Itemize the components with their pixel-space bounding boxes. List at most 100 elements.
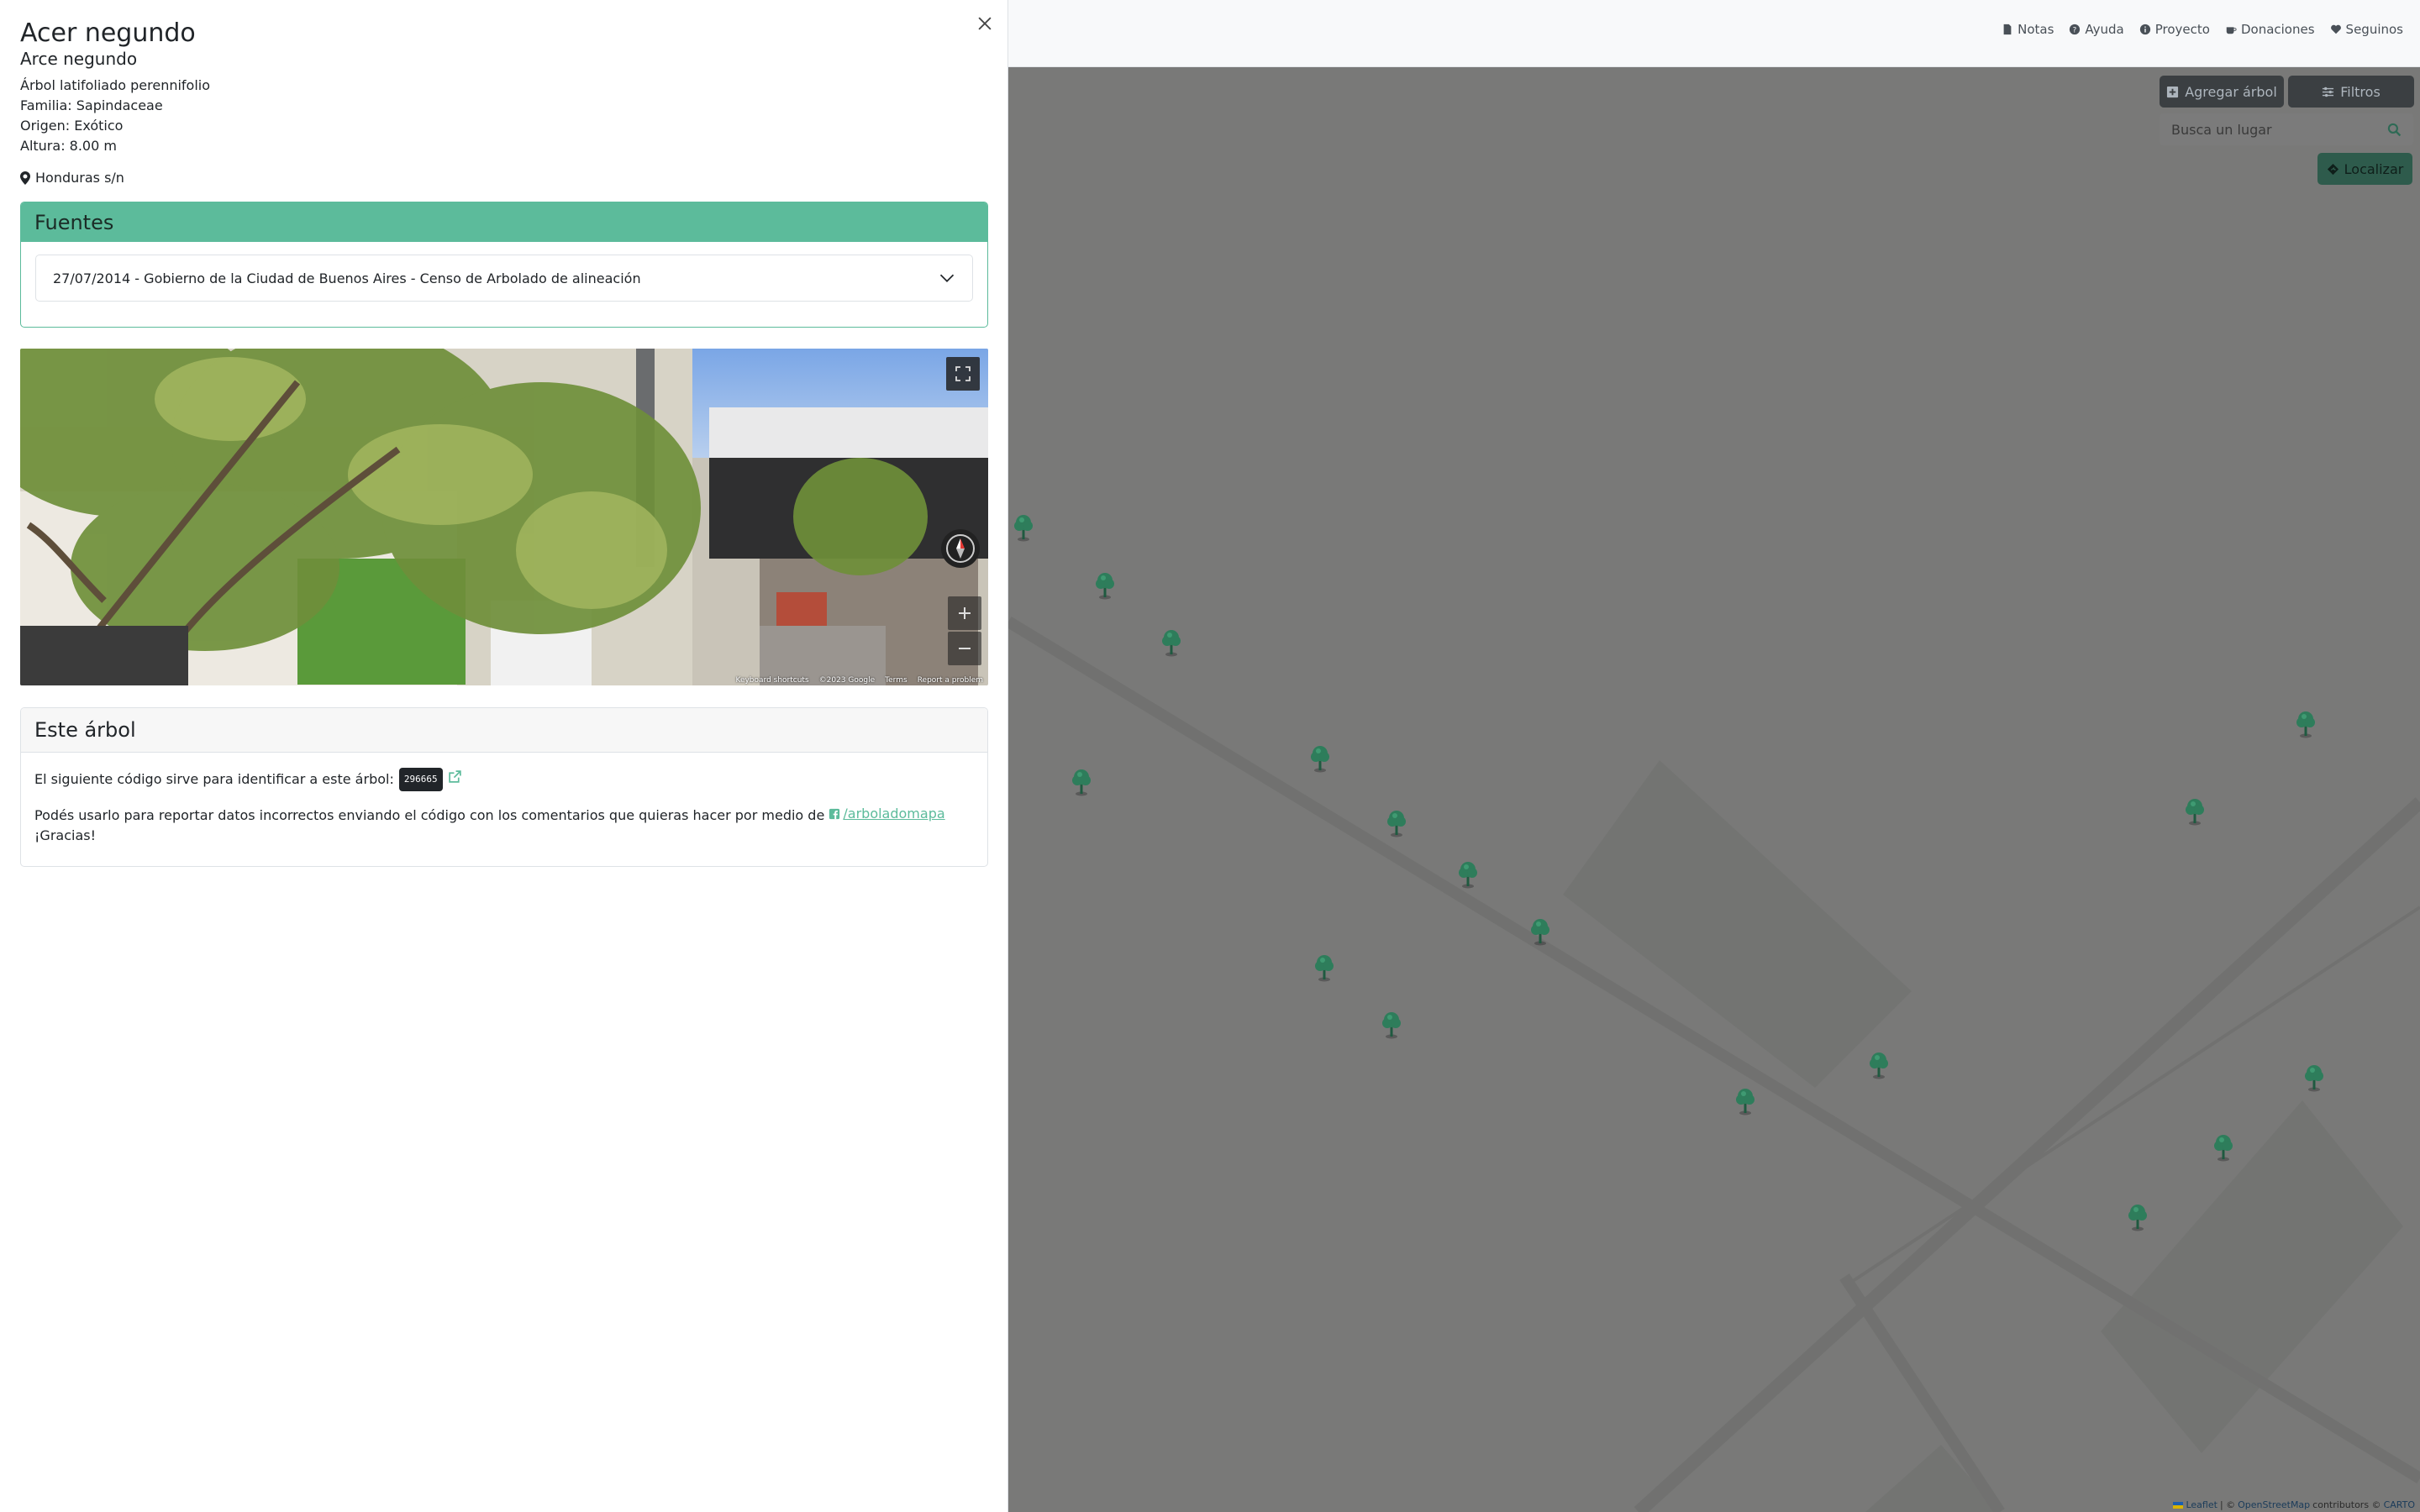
nav-link-ayuda[interactable]: ? Ayuda	[2069, 22, 2124, 37]
info-circle-icon	[2139, 24, 2150, 35]
leaflet-link[interactable]: Leaflet	[2186, 1499, 2217, 1510]
tree-marker-icon[interactable]	[1012, 512, 1035, 543]
compass-icon	[946, 534, 975, 563]
tree-info: Árbol latifoliado perennifolio Familia: …	[20, 76, 210, 156]
tree-marker-icon[interactable]	[1070, 767, 1093, 797]
navbar: Notas ? Ayuda Proyecto Donaciones Seguin…	[1008, 0, 2420, 67]
sv-terms-link[interactable]: Terms	[885, 676, 908, 685]
sources-header: Fuentes	[21, 202, 987, 242]
nav-link-seguinos[interactable]: Seguinos	[2330, 22, 2403, 37]
tree-marker-icon[interactable]	[2302, 1063, 2326, 1093]
filters-button[interactable]: Filtros	[2288, 76, 2414, 108]
tree-marker-icon[interactable]	[1093, 570, 1117, 601]
close-icon	[978, 17, 992, 30]
nav-link-label: Seguinos	[2345, 22, 2403, 37]
attribution-contributors: contributors ©	[2312, 1499, 2381, 1510]
tree-type: Árbol latifoliado perennifolio	[20, 77, 211, 93]
external-link-icon	[448, 770, 461, 783]
tree-marker-icon[interactable]	[2126, 1202, 2149, 1232]
tree-marker-icon[interactable]	[1380, 1010, 1403, 1040]
tree-family: Familia: Sapindaceae	[20, 97, 163, 113]
report-text-body: Podés usarlo para reportar datos incorre…	[34, 807, 825, 823]
locate-label: Localizar	[2344, 160, 2404, 177]
tree-marker-icon[interactable]	[2294, 709, 2317, 739]
location-diamond-icon	[2327, 163, 2338, 175]
nav-link-proyecto[interactable]: Proyecto	[2139, 22, 2210, 37]
place-search	[2160, 113, 2413, 145]
tree-marker-icon[interactable]	[1160, 627, 1183, 658]
tree-code-line: El siguiente código sirve para identific…	[34, 768, 974, 791]
tree-marker-icon[interactable]	[1528, 916, 1552, 947]
tree-marker-icon[interactable]	[1867, 1050, 1891, 1080]
street-view-footer: Keyboard shortcuts ©2023 Google Terms Re…	[735, 676, 983, 685]
heart-icon	[2330, 24, 2341, 34]
notes-icon	[2003, 24, 2012, 35]
place-search-input[interactable]	[2160, 113, 2378, 145]
nav-link-label: Proyecto	[2154, 22, 2210, 37]
thanks-text: ¡Gracias!	[34, 827, 96, 843]
tree-detail-panel: Acer negundo Arce negundo Árbol latifoli…	[0, 0, 1008, 1512]
this-tree-body: El siguiente código sirve para identific…	[21, 753, 987, 861]
locate-button[interactable]: Localizar	[2317, 153, 2412, 185]
map-marker-icon	[20, 171, 30, 185]
nav-link-label: Notas	[2018, 22, 2054, 37]
tree-marker-icon[interactable]	[1308, 743, 1332, 774]
fullscreen-button[interactable]	[946, 357, 980, 391]
ukraine-flag-icon	[2173, 1501, 2184, 1509]
attribution-separator: | ©	[2219, 1499, 2236, 1510]
tree-origin: Origen: Exótico	[20, 118, 124, 134]
source-label: 27/07/2014 - Gobierno de la Ciudad de Bu…	[53, 270, 641, 286]
minus-icon	[959, 648, 971, 649]
tree-marker-icon[interactable]	[1733, 1086, 1757, 1116]
external-link-button[interactable]	[448, 769, 462, 790]
facebook-link[interactable]: /arboladomapa	[829, 804, 945, 824]
plus-icon	[959, 607, 971, 619]
tree-address-text: Honduras s/n	[35, 170, 124, 186]
sources-card: Fuentes 27/07/2014 - Gobierno de la Ciud…	[20, 202, 988, 328]
carto-link[interactable]: CARTO	[2384, 1499, 2415, 1510]
add-tree-label: Agregar árbol	[2185, 83, 2277, 100]
this-tree-header: Este árbol	[21, 708, 987, 753]
zoom-out-button[interactable]	[948, 632, 981, 665]
report-text: Podés usarlo para reportar datos incorre…	[34, 804, 974, 846]
tree-code-badge: 296665	[398, 768, 443, 791]
tree-marker-icon[interactable]	[1313, 953, 1336, 983]
tree-marker-icon[interactable]	[1456, 859, 1480, 890]
tree-marker-icon[interactable]	[2212, 1132, 2235, 1163]
facebook-link-label: /arboladomapa	[843, 806, 945, 822]
coffee-icon	[2226, 27, 2237, 34]
tree-address: Honduras s/n	[20, 170, 124, 186]
nav-link-label: Ayuda	[2085, 22, 2124, 37]
search-icon[interactable]	[2387, 123, 2402, 137]
nav-link-label: Donaciones	[2240, 22, 2315, 37]
add-tree-button[interactable]: Agregar árbol	[2160, 76, 2284, 108]
nav-link-donaciones[interactable]: Donaciones	[2225, 22, 2315, 37]
this-tree-card: Este árbol El siguiente código sirve par…	[20, 707, 988, 867]
nav-links: Notas ? Ayuda Proyecto Donaciones Seguin…	[2002, 22, 2403, 37]
sv-shortcuts-link[interactable]: Keyboard shortcuts	[735, 676, 808, 685]
question-circle-icon: ?	[2070, 24, 2081, 35]
nav-link-notas[interactable]: Notas	[2002, 22, 2054, 37]
facebook-icon	[829, 808, 840, 820]
osm-link[interactable]: OpenStreetMap	[2238, 1499, 2310, 1510]
compass-control[interactable]	[941, 529, 980, 568]
chevron-down-icon	[939, 274, 955, 282]
fullscreen-icon	[955, 366, 971, 381]
street-view[interactable]: Keyboard shortcuts ©2023 Google Terms Re…	[20, 349, 988, 685]
tree-marker-icon[interactable]	[1385, 808, 1408, 838]
tree-height: Altura: 8.00 m	[20, 138, 117, 154]
sv-report-link[interactable]: Report a problem	[918, 676, 983, 685]
filters-label: Filtros	[2340, 83, 2381, 100]
svg-text:?: ?	[2073, 27, 2077, 35]
close-panel-button[interactable]	[973, 12, 997, 35]
sv-copyright: ©2023 Google	[818, 676, 876, 685]
tree-scientific-name: Arce negundo	[20, 49, 138, 69]
map-attribution: Leaflet | © OpenStreetMap contributors ©…	[2173, 1499, 2415, 1510]
tree-common-name: Acer negundo	[20, 18, 196, 48]
plus-square-icon	[2167, 86, 2179, 97]
zoom-in-button[interactable]	[948, 596, 981, 630]
source-accordion-item[interactable]: 27/07/2014 - Gobierno de la Ciudad de Bu…	[35, 255, 973, 302]
tree-marker-icon[interactable]	[2183, 796, 2207, 827]
sliders-icon	[2323, 87, 2334, 97]
tree-code-text: El siguiente código sirve para identific…	[34, 771, 394, 787]
